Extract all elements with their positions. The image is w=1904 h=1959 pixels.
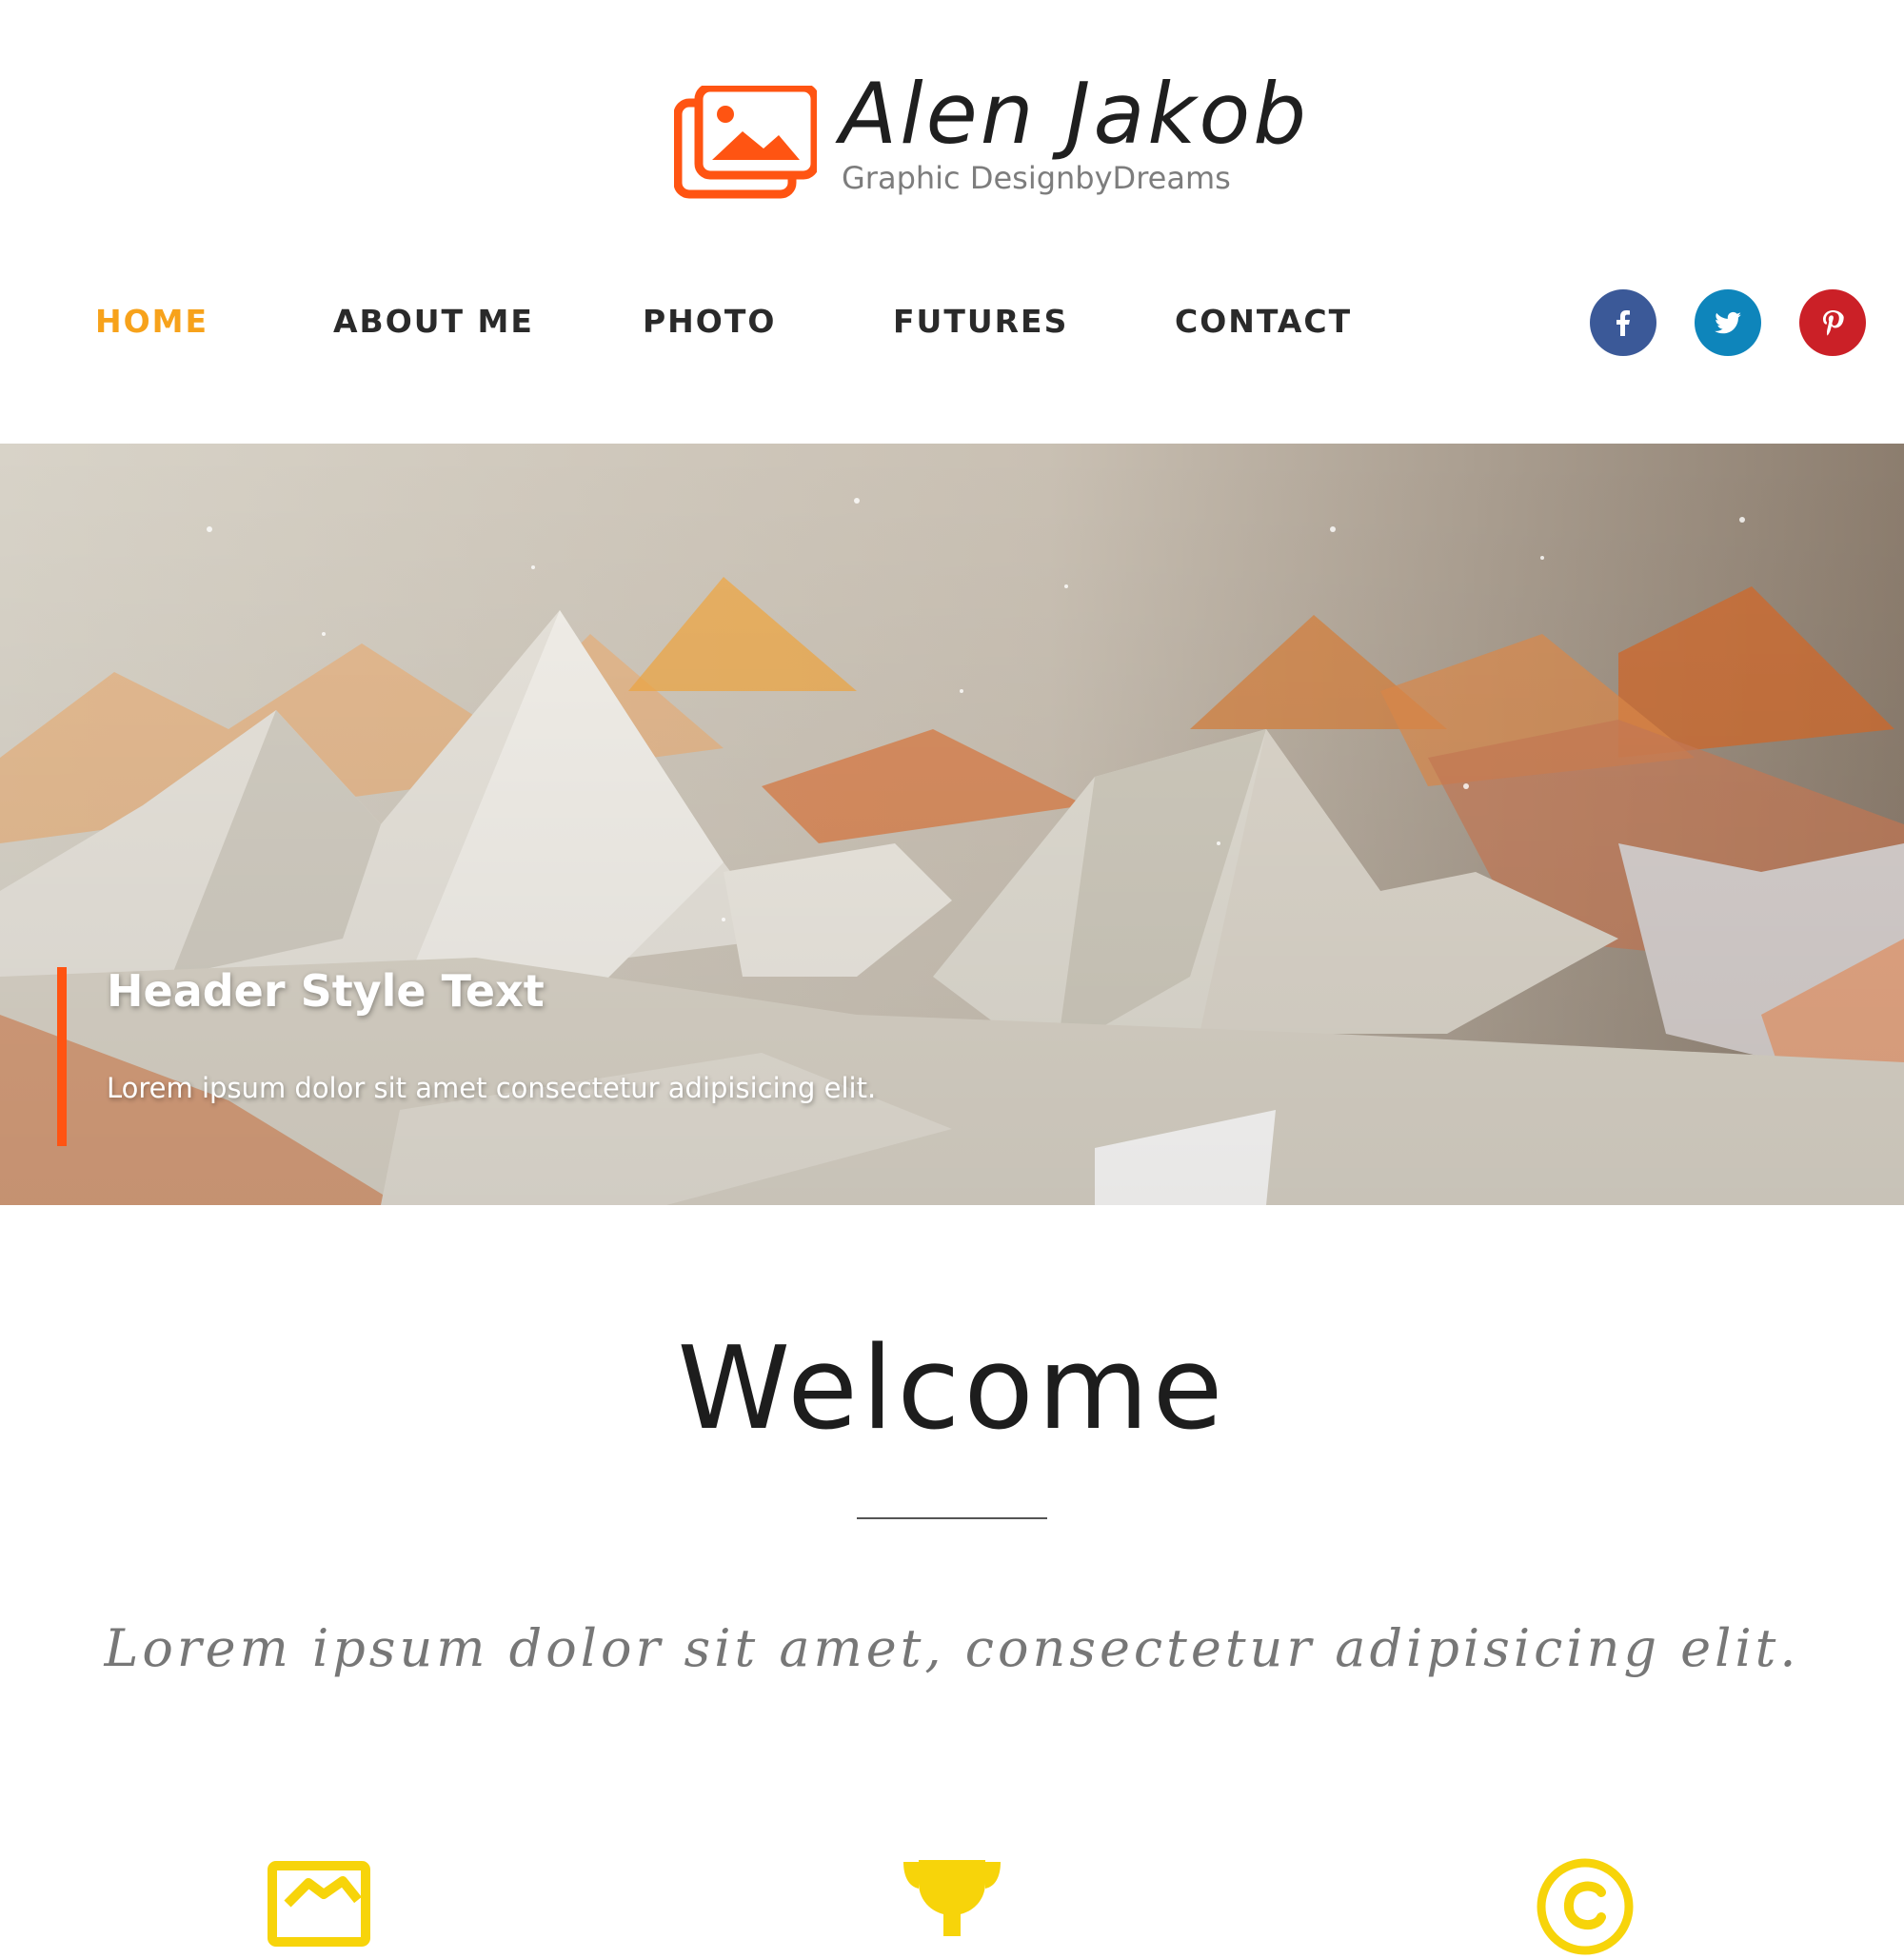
- handshake-icon: [268, 1861, 370, 1947]
- nav-item-about-me[interactable]: ABOUT ME: [333, 303, 534, 340]
- nav-item-contact[interactable]: CONTACT: [1175, 303, 1352, 340]
- welcome-text: Lorem ipsum dolor sit amet, consectetur …: [104, 1618, 1800, 1678]
- facebook-icon: [1616, 310, 1630, 336]
- nav-item-home[interactable]: HOME: [95, 303, 208, 340]
- pinterest-icon: [1823, 310, 1844, 336]
- pinterest-button[interactable]: [1799, 289, 1866, 356]
- twitter-button[interactable]: [1695, 289, 1761, 356]
- welcome-title: Welcome: [677, 1323, 1227, 1455]
- brand-tagline: Graphic DesignbyDreams: [842, 160, 1231, 196]
- twitter-icon: [1715, 311, 1741, 334]
- hero-title: Header Style Text: [107, 965, 545, 1017]
- nav-item-futures[interactable]: FUTURES: [893, 303, 1068, 340]
- nav-item-photo[interactable]: PHOTO: [643, 303, 776, 340]
- brand-name: Alen Jakob: [840, 65, 1310, 163]
- hero-banner: Header Style Text Lorem ipsum dolor sit …: [0, 444, 1904, 1205]
- hero-accent-bar: [57, 967, 67, 1146]
- facebook-button[interactable]: [1590, 289, 1656, 356]
- copyright-icon: [1537, 1858, 1634, 1955]
- site-logo[interactable]: Alen Jakob Graphic DesignbyDreams: [674, 65, 1306, 208]
- photo-gallery-icon: [674, 86, 817, 199]
- welcome-divider: [857, 1517, 1047, 1519]
- trophy-icon: [903, 1860, 1001, 1936]
- hero-subtitle: Lorem ipsum dolor sit amet consectetur a…: [107, 1072, 877, 1104]
